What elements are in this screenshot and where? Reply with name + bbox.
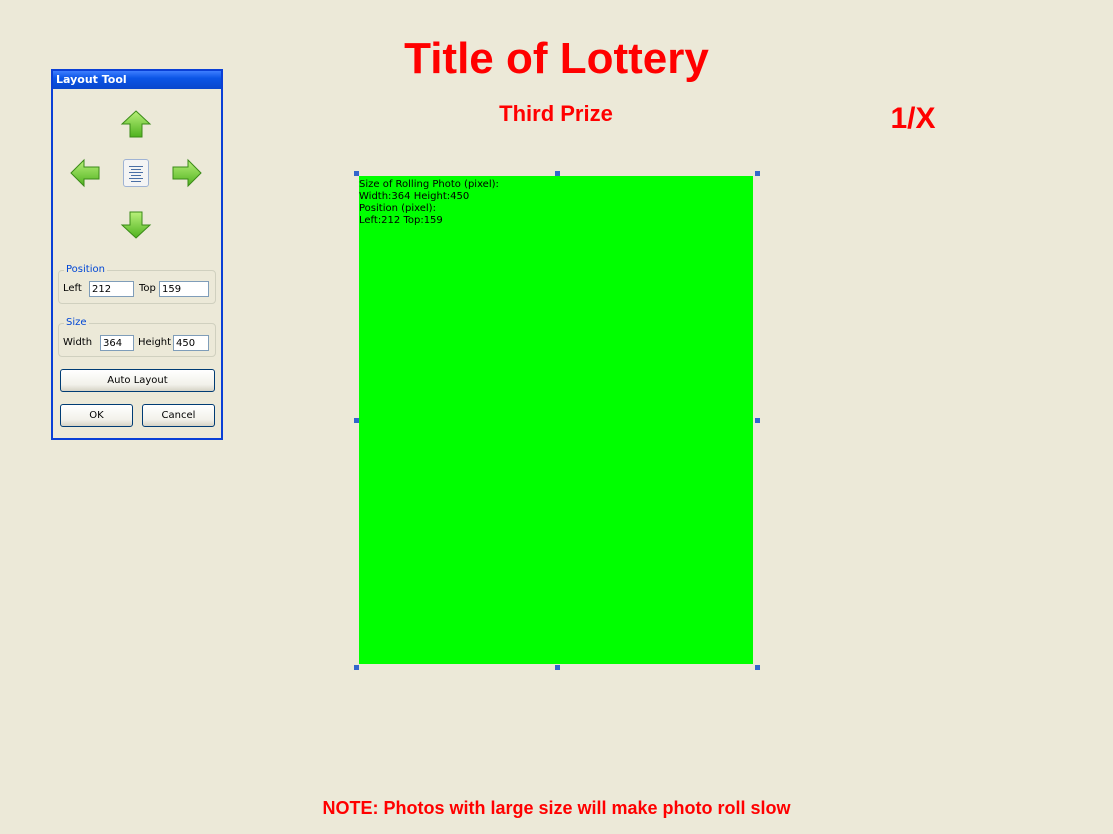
photo-info-line: Position (pixel): bbox=[359, 203, 436, 214]
resize-handle-top[interactable] bbox=[555, 171, 560, 176]
arrow-up-icon[interactable] bbox=[120, 109, 152, 139]
position-group: Position Left Top bbox=[58, 264, 216, 304]
resize-handle-right[interactable] bbox=[755, 418, 760, 423]
arrow-right-icon[interactable] bbox=[171, 158, 203, 188]
draw-counter: 1/X bbox=[890, 102, 936, 135]
prize-name: Third Prize bbox=[499, 101, 613, 126]
height-input[interactable] bbox=[173, 335, 209, 351]
size-group: Size Width Height bbox=[58, 317, 216, 357]
photo-info-line: Size of Rolling Photo (pixel): bbox=[359, 179, 499, 190]
height-label: Height bbox=[138, 337, 172, 348]
photo-info: Size of Rolling Photo (pixel): Width:364… bbox=[359, 179, 499, 227]
width-input[interactable] bbox=[100, 335, 134, 351]
rolling-photo-area[interactable]: Size of Rolling Photo (pixel): Width:364… bbox=[359, 176, 753, 664]
arrow-down-icon[interactable] bbox=[120, 210, 152, 240]
resize-handle-left[interactable] bbox=[354, 418, 359, 423]
left-label: Left bbox=[63, 283, 82, 294]
resize-handle-bottom[interactable] bbox=[555, 665, 560, 670]
layout-tool-dialog: Layout Tool Position Left 212 Top 159 Si… bbox=[51, 69, 223, 440]
performance-note: NOTE: Photos with large size will make p… bbox=[322, 798, 791, 818]
resize-handle-bottom-left[interactable] bbox=[354, 665, 359, 670]
resize-handle-top-right[interactable] bbox=[755, 171, 760, 176]
top-input[interactable] bbox=[159, 281, 209, 297]
top-label: Top bbox=[139, 283, 156, 294]
size-group-label: Size bbox=[64, 317, 89, 329]
dialog-title[interactable]: Layout Tool bbox=[53, 71, 221, 89]
arrow-left-icon[interactable] bbox=[69, 158, 101, 188]
width-label: Width bbox=[63, 337, 93, 348]
photo-info-line: Width:364 Height:450 bbox=[359, 191, 470, 202]
align-center-icon[interactable] bbox=[123, 159, 149, 187]
left-input[interactable] bbox=[89, 281, 134, 297]
cancel-button[interactable]: Cancel bbox=[142, 404, 215, 427]
resize-handle-top-left[interactable] bbox=[354, 171, 359, 176]
position-group-label: Position bbox=[64, 264, 107, 276]
resize-handle-bottom-right[interactable] bbox=[755, 665, 760, 670]
ok-button[interactable]: OK bbox=[60, 404, 133, 427]
photo-info-line: Left:212 Top:159 bbox=[359, 215, 443, 226]
auto-layout-button[interactable]: Auto Layout bbox=[60, 369, 215, 392]
